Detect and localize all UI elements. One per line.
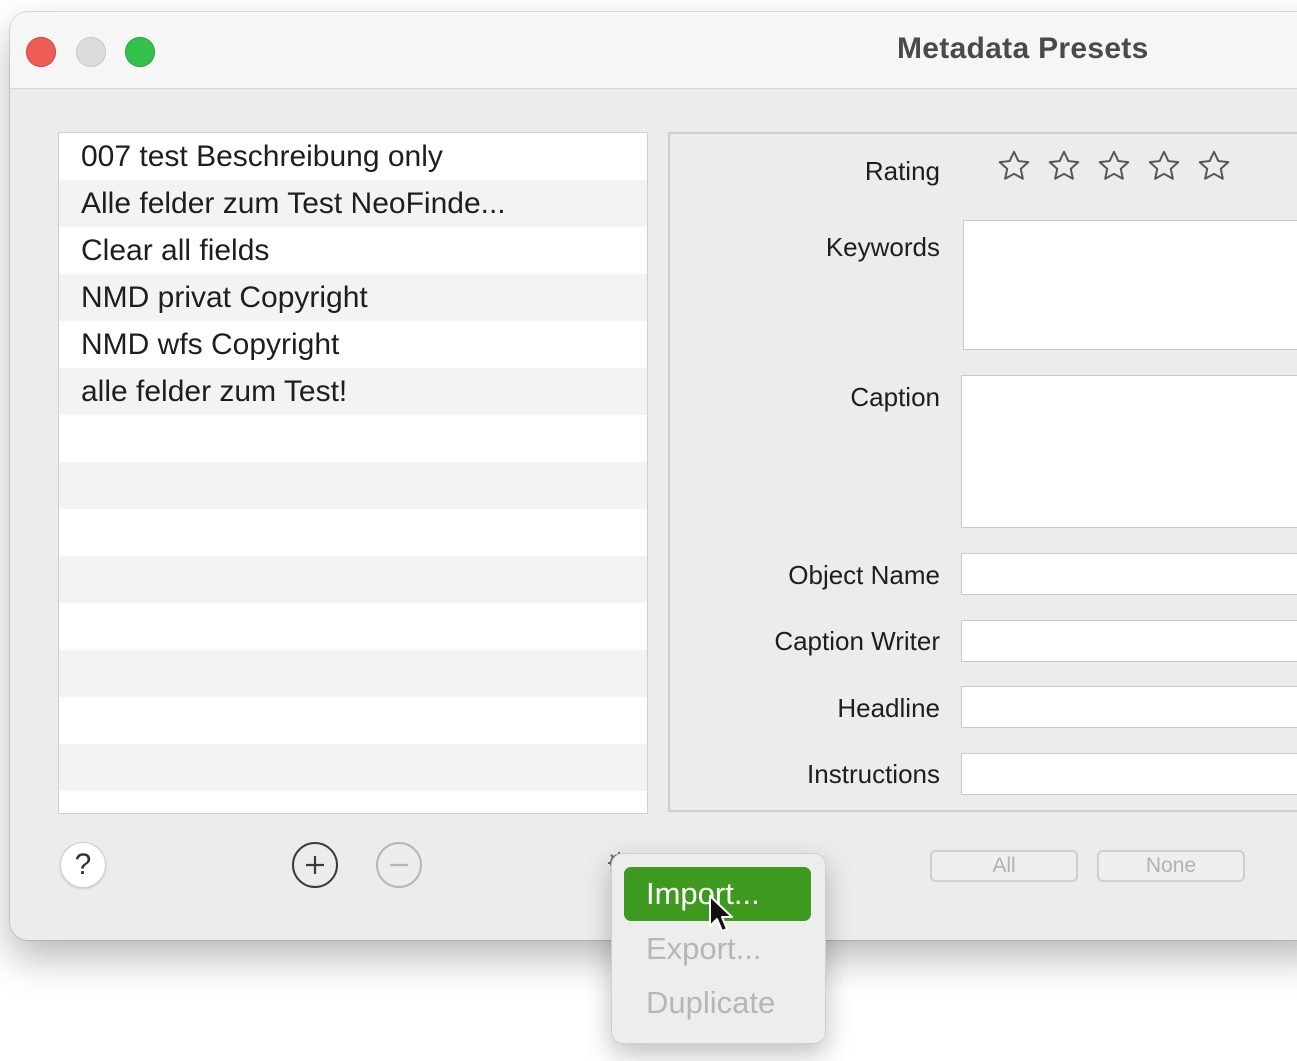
empty-list-row [59, 650, 647, 697]
headline-field[interactable] [961, 686, 1297, 728]
preset-list-item[interactable]: Clear all fields [59, 227, 647, 274]
minimize-window-button[interactable] [76, 37, 106, 67]
action-popup-menu: Import... Export... Duplicate [611, 853, 826, 1044]
caption-label: Caption [850, 382, 940, 412]
caption-writer-label: Caption Writer [774, 626, 940, 656]
instructions-label: Instructions [807, 759, 940, 789]
select-none-button[interactable]: None [1097, 850, 1245, 882]
preset-list-item[interactable]: Alle felder zum Test NeoFinde... [59, 180, 647, 227]
headline-label: Headline [837, 693, 940, 723]
keywords-label: Keywords [825, 232, 940, 262]
select-all-button[interactable]: All [930, 850, 1078, 882]
instructions-field[interactable] [961, 753, 1297, 795]
close-window-button[interactable] [26, 37, 56, 67]
empty-list-row [59, 603, 647, 650]
empty-list-row [59, 791, 647, 813]
empty-list-row [59, 509, 647, 556]
add-preset-button[interactable] [292, 842, 338, 888]
help-button[interactable]: ? [60, 842, 106, 888]
minus-circle-icon [390, 863, 408, 867]
duplicate-menu-item[interactable]: Duplicate [624, 976, 811, 1030]
preset-list-item[interactable]: 007 test Beschreibung only [59, 133, 647, 180]
preset-list-item[interactable]: alle felder zum Test! [59, 368, 647, 415]
object-name-label: Object Name [788, 560, 940, 590]
title-bar: Metadata Presets [10, 12, 1297, 89]
empty-list-row [59, 415, 647, 462]
object-name-field[interactable] [961, 553, 1297, 595]
mouse-cursor-icon [709, 895, 733, 932]
rating-label: Rating [864, 156, 940, 186]
caption-field[interactable] [961, 375, 1297, 528]
rating-stars[interactable] [996, 148, 1232, 184]
caption-writer-field[interactable] [961, 620, 1297, 662]
empty-list-row [59, 697, 647, 744]
empty-list-row [59, 556, 647, 603]
preset-list-item[interactable]: NMD wfs Copyright [59, 321, 647, 368]
star-icon[interactable] [1196, 148, 1232, 184]
metadata-detail-panel: Rating Keywords Caption Object Name Capt… [668, 132, 1297, 812]
preset-list-item[interactable]: NMD privat Copyright [59, 274, 647, 321]
empty-list-row [59, 744, 647, 791]
metadata-presets-window: Metadata Presets 007 test Beschreibung o… [10, 12, 1297, 940]
keywords-field[interactable] [963, 220, 1297, 350]
remove-preset-button[interactable] [376, 842, 422, 888]
star-icon[interactable] [1146, 148, 1182, 184]
preset-list[interactable]: 007 test Beschreibung only Alle felder z… [58, 132, 648, 814]
empty-list-row [59, 462, 647, 509]
zoom-window-button[interactable] [125, 37, 155, 67]
star-icon[interactable] [1096, 148, 1132, 184]
plus-circle-icon [306, 856, 324, 874]
window-title: Metadata Presets [897, 32, 1149, 65]
star-icon[interactable] [996, 148, 1032, 184]
star-icon[interactable] [1046, 148, 1082, 184]
